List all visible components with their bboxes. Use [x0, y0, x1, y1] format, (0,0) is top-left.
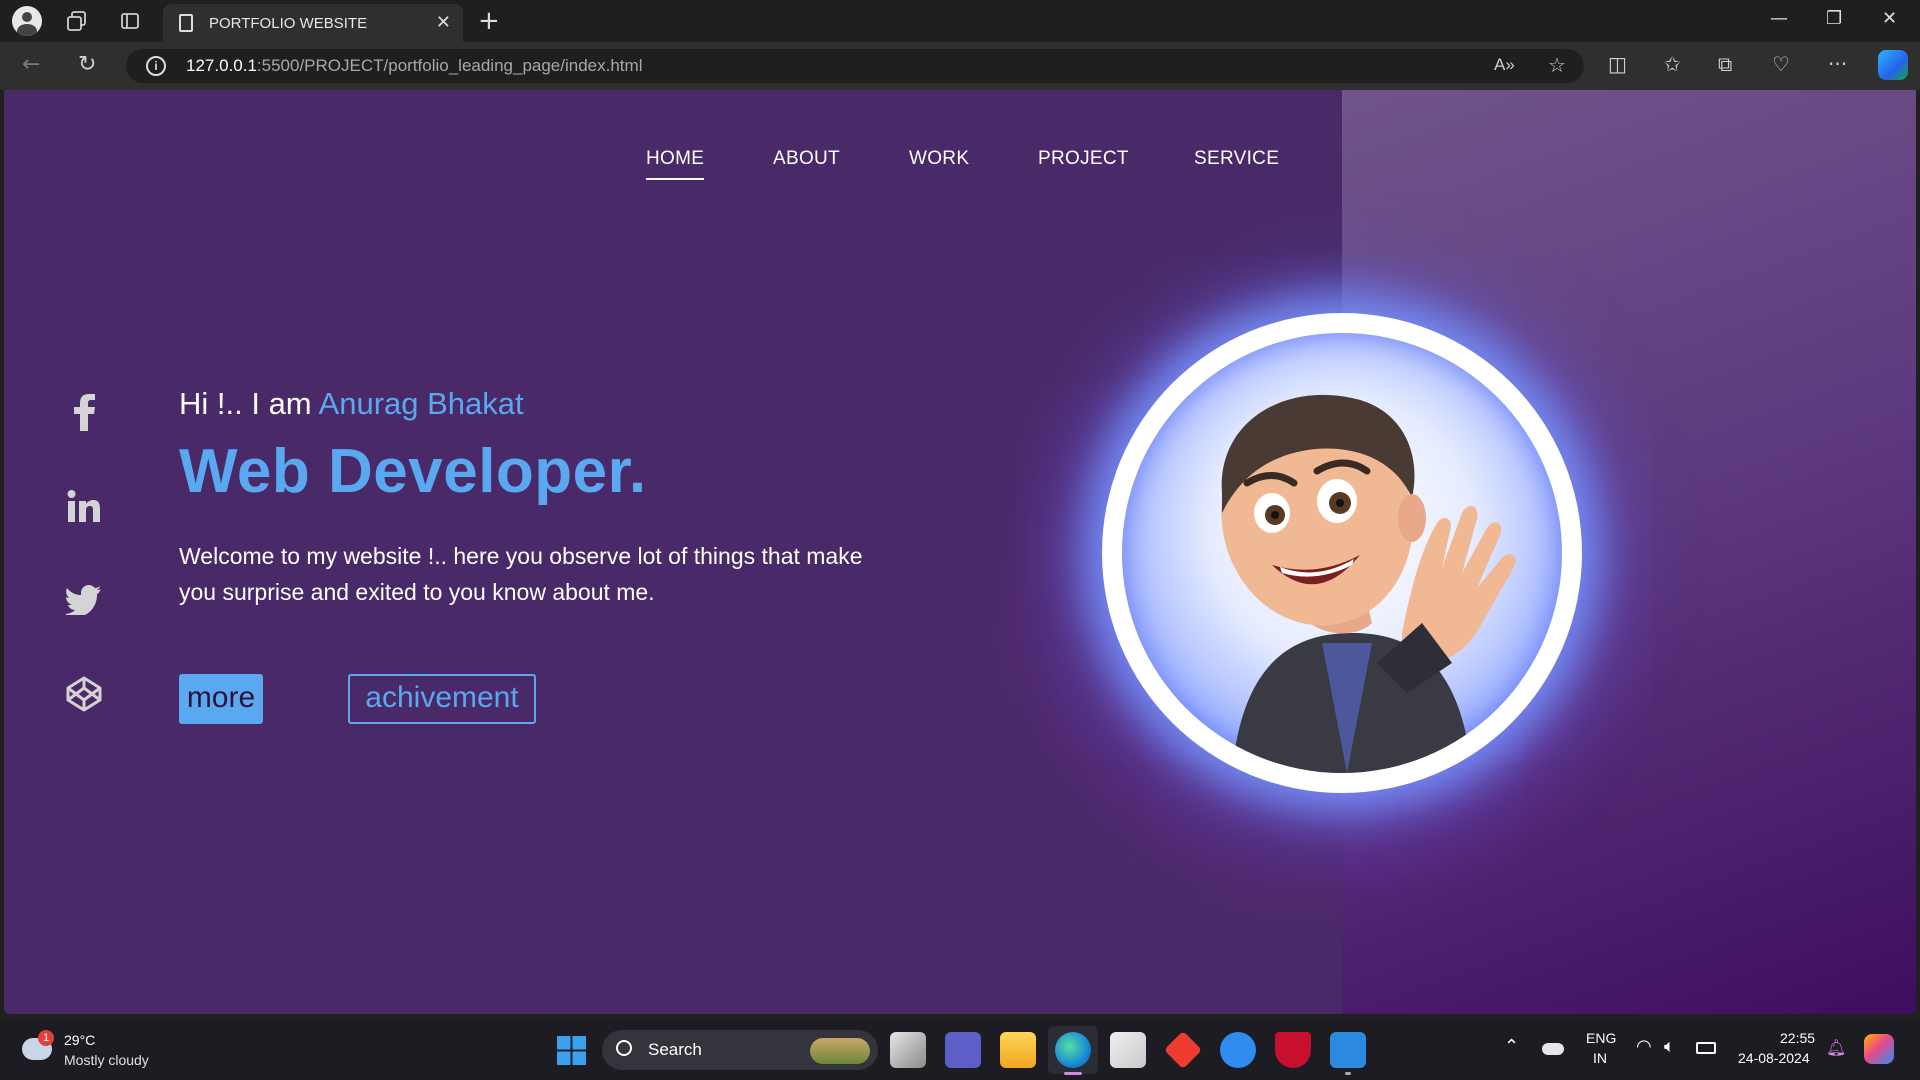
start-icon[interactable] [557, 1036, 586, 1065]
hero-description: Welcome to my website !.. here you obser… [179, 543, 863, 605]
back-icon[interactable]: ← [22, 52, 40, 77]
show-hidden-icons[interactable]: ⌃ [1504, 1036, 1519, 1057]
language-bottom[interactable]: IN [1593, 1050, 1607, 1066]
more-button[interactable]: more [179, 674, 263, 724]
profile-icon[interactable] [12, 6, 42, 36]
url-path: :5500/PROJECT/portfolio_leading_page/ind… [256, 56, 643, 75]
refresh-icon[interactable]: ↻ [78, 52, 96, 77]
search-icon [616, 1040, 632, 1056]
document-icon [179, 14, 193, 32]
workspaces-icon[interactable] [62, 6, 92, 36]
browser-tab-bar: PORTFOLIO WEBSITE ✕ + — ❐ ✕ [0, 0, 1920, 42]
anydesk-icon[interactable] [1163, 1030, 1203, 1070]
windows-taskbar: 1 29°C Mostly cloudy Search ⌃ ENG IN ◠ 🔈… [0, 1020, 1920, 1080]
weather-text: Mostly cloudy [64, 1052, 149, 1068]
linkedin-icon[interactable] [60, 482, 108, 530]
clock-date[interactable]: 24-08-2024 [1738, 1050, 1810, 1066]
onedrive-icon[interactable] [1542, 1043, 1564, 1055]
vscode-running-indicator [1345, 1072, 1351, 1075]
edge-active-indicator [1064, 1072, 1082, 1075]
nav-home[interactable]: HOME [646, 148, 705, 180]
favorites-icon[interactable]: ✩ [1664, 52, 1681, 76]
vscode-icon[interactable] [1330, 1032, 1366, 1068]
nav-work[interactable]: WORK [909, 148, 969, 170]
close-window-icon[interactable]: ✕ [1882, 8, 1897, 29]
mcafee-icon[interactable] [1275, 1032, 1311, 1068]
greeting-text: Hi !.. I am [179, 386, 319, 421]
hero-role: Web Developer. [179, 437, 647, 506]
nav-service[interactable]: SERVICE [1194, 148, 1279, 170]
main-nav: HOME ABOUT WORK PROJECT SERVICE [4, 148, 1304, 188]
collections-icon[interactable]: ⧉ [1718, 52, 1732, 76]
teams-icon[interactable] [945, 1032, 981, 1068]
browser-essentials-icon[interactable]: ♡ [1772, 52, 1790, 76]
more-options-icon[interactable]: ··· [1828, 52, 1847, 76]
avatar-image [1122, 333, 1562, 773]
clock-time[interactable]: 22:55 [1780, 1030, 1815, 1046]
new-tab-icon[interactable]: + [478, 6, 500, 36]
weather-widget[interactable]: 1 29°C Mostly cloudy [18, 1030, 168, 1072]
wifi-icon[interactable]: ◠ [1636, 1036, 1652, 1057]
task-view-icon[interactable] [890, 1032, 926, 1068]
address-bar-row: ← ↻ i 127.0.0.1:5500/PROJECT/portfolio_l… [0, 42, 1920, 90]
volume-icon[interactable]: 🔈︎ [1664, 1036, 1675, 1057]
facebook-icon[interactable] [60, 388, 108, 436]
tab-actions-icon[interactable] [115, 6, 145, 36]
split-screen-icon[interactable]: ◫ [1608, 52, 1627, 76]
read-aloud-icon[interactable]: A» [1494, 55, 1515, 75]
close-tab-icon[interactable]: ✕ [436, 12, 451, 33]
battery-icon[interactable] [1696, 1042, 1716, 1054]
hero-name: Anurag Bhakat [318, 386, 524, 421]
url-text: 127.0.0.1:5500/PROJECT/portfolio_leading… [186, 56, 642, 76]
url-input[interactable]: i 127.0.0.1:5500/PROJECT/portfolio_leadi… [126, 49, 1584, 83]
site-info-icon[interactable]: i [146, 56, 166, 76]
help-icon[interactable] [1220, 1032, 1256, 1068]
weather-badge: 1 [38, 1030, 54, 1046]
file-explorer-icon[interactable] [1000, 1032, 1036, 1068]
taskbar-search[interactable]: Search [602, 1030, 878, 1070]
search-highlight-icon [810, 1038, 870, 1064]
nav-about[interactable]: ABOUT [773, 148, 840, 170]
nav-project[interactable]: PROJECT [1038, 148, 1129, 170]
notification-bell-icon[interactable]: 🔔︎ [1826, 1038, 1846, 1058]
portrait-ring [1102, 313, 1582, 793]
achievement-button[interactable]: achivement [348, 674, 536, 724]
minimize-icon[interactable]: — [1770, 8, 1788, 29]
temperature: 29°C [64, 1032, 96, 1048]
copilot-icon[interactable] [1878, 50, 1908, 80]
portfolio-page: HOME ABOUT WORK PROJECT SERVICE Hi !.. I… [4, 90, 1916, 1014]
copilot-taskbar-icon[interactable] [1864, 1034, 1894, 1064]
edge-icon[interactable] [1055, 1032, 1091, 1068]
favorite-star-icon[interactable]: ☆ [1548, 53, 1566, 77]
search-label: Search [648, 1040, 702, 1059]
url-host: 127.0.0.1 [186, 56, 257, 75]
hero-greeting: Hi !.. I am Anurag Bhakat [179, 386, 524, 422]
codepen-icon[interactable] [60, 670, 108, 718]
active-tab[interactable]: PORTFOLIO WEBSITE ✕ [163, 4, 463, 42]
language-top[interactable]: ENG [1586, 1030, 1616, 1046]
restore-icon[interactable]: ❐ [1826, 8, 1842, 29]
store-icon[interactable] [1110, 1032, 1146, 1068]
tab-title: PORTFOLIO WEBSITE [209, 14, 368, 32]
twitter-icon[interactable] [60, 576, 108, 624]
